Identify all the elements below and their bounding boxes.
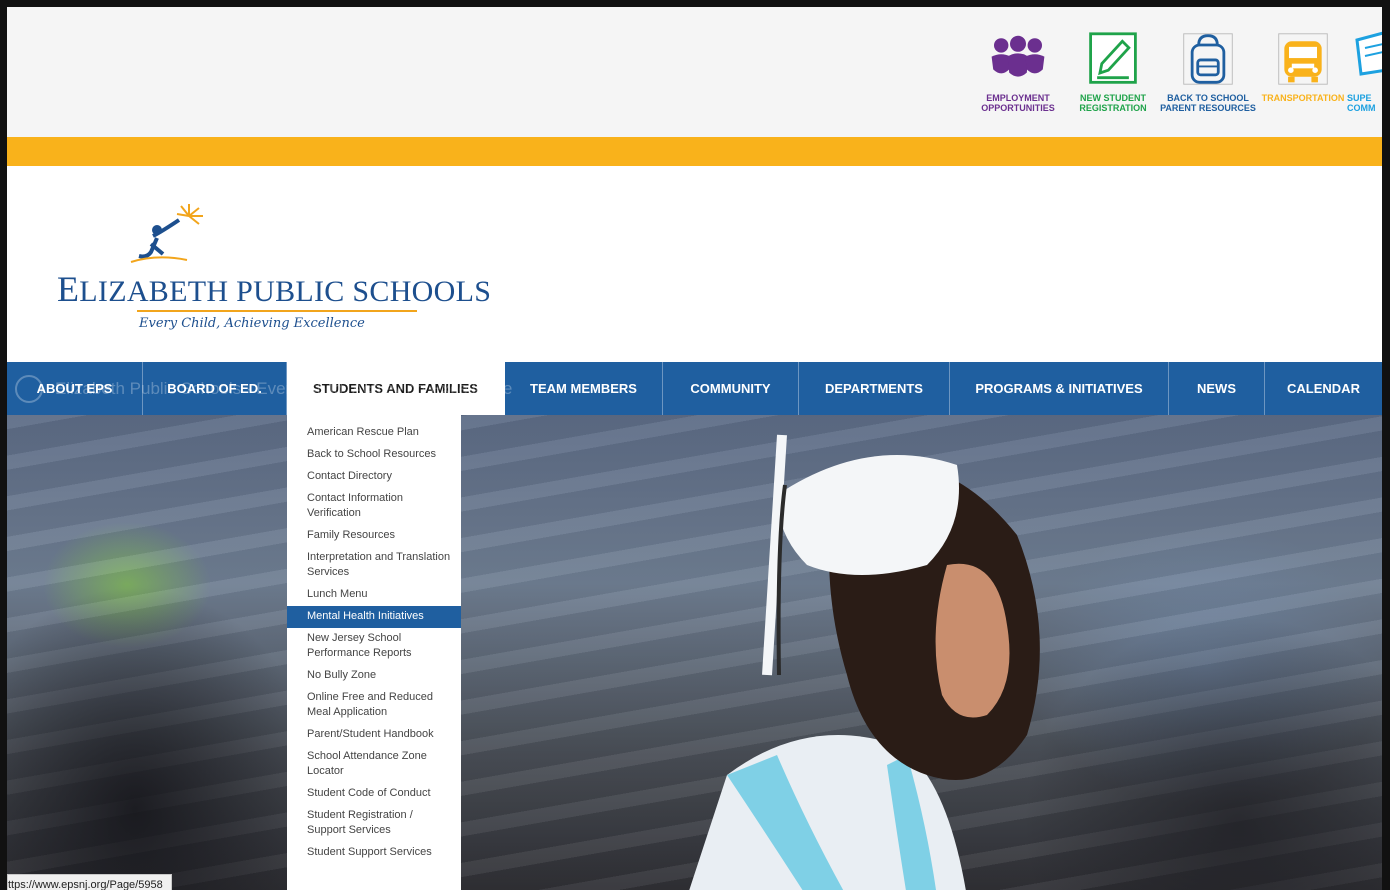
nav-students-and-families[interactable]: STUDENTS AND FAMILIES: [287, 362, 505, 415]
dropdown-item[interactable]: Contact Information Verification: [287, 488, 461, 525]
dropdown-item[interactable]: No Bully Zone: [287, 665, 461, 687]
quick-link-employment[interactable]: EMPLOYMENT OPPORTUNITIES: [970, 29, 1066, 113]
dropdown-item[interactable]: Lunch Menu: [287, 584, 461, 606]
status-bar-url: ttps://www.epsnj.org/Page/5958: [7, 874, 172, 890]
quick-link-label: TRANSPORTATION: [1261, 93, 1345, 103]
dropdown-item-selected[interactable]: Mental Health Initiatives: [287, 606, 461, 628]
nav-community[interactable]: COMMUNITY: [663, 362, 799, 415]
dropdown-item[interactable]: Interpretation and Translation Services: [287, 547, 461, 584]
dropdown-item[interactable]: Contact Directory: [287, 466, 461, 488]
quick-link-label: BACK TO SCHOOL PARENT RESOURCES: [1160, 93, 1256, 113]
dropdown-item[interactable]: Student Registration / Support Services: [287, 805, 461, 842]
nav-about-eps[interactable]: ABOUT EPS: [7, 362, 143, 415]
graduate-figure-image: [689, 434, 1040, 890]
dropdown-item[interactable]: Online Free and Reduced Meal Application: [287, 687, 461, 724]
dropdown-item[interactable]: Student Code of Conduct: [287, 783, 461, 805]
quick-link-label: EMPLOYMENT OPPORTUNITIES: [981, 93, 1055, 113]
nav-board-of-ed[interactable]: BOARD OF ED.: [143, 362, 287, 415]
nav-departments[interactable]: DEPARTMENTS: [799, 362, 950, 415]
nav-news[interactable]: NEWS: [1169, 362, 1265, 415]
logo-rule: [137, 310, 417, 312]
dropdown-item[interactable]: Parent/Student Handbook: [287, 724, 461, 746]
backpack-icon: [1180, 29, 1236, 89]
nav-team-members[interactable]: TEAM MEMBERS: [505, 362, 663, 415]
dropdown-item[interactable]: New Jersey School Performance Reports: [287, 628, 461, 665]
accent-bar: [7, 137, 1382, 166]
quick-link-transportation[interactable]: TRANSPORTATION: [1255, 29, 1351, 103]
registration-pencil-icon: [1085, 29, 1141, 89]
quick-link-back-to-school[interactable]: BACK TO SCHOOL PARENT RESOURCES: [1160, 29, 1256, 113]
main-nav: Elizabeth Public Schools · Every Child, …: [7, 362, 1382, 415]
dropdown-item[interactable]: Family Resources: [287, 525, 461, 547]
nav-programs-initiatives[interactable]: PROGRAMS & INITIATIVES: [950, 362, 1169, 415]
employment-people-icon: [990, 29, 1046, 89]
quick-links-bar: EMPLOYMENT OPPORTUNITIES NEW STUDENT REG…: [7, 7, 1382, 137]
hero-graduate-photo: [7, 415, 1382, 890]
nav-calendar[interactable]: CALENDAR: [1265, 362, 1382, 415]
logo-star-figure-icon: [130, 204, 203, 263]
site-header: ELIZABETH PUBLIC SCHOOLS Every Child, Ac…: [7, 166, 1382, 362]
quick-link-new-student-registration[interactable]: NEW STUDENT REGISTRATION: [1065, 29, 1161, 113]
quick-link-superintendent[interactable]: SUPE COMM: [1347, 29, 1382, 113]
dropdown-item[interactable]: School Attendance Zone Locator: [287, 746, 461, 783]
browser-frame: EMPLOYMENT OPPORTUNITIES NEW STUDENT REG…: [0, 0, 1390, 890]
dropdown-item[interactable]: Student Support Services: [287, 842, 461, 864]
students-families-dropdown: American Rescue Plan Back to School Reso…: [287, 415, 461, 890]
site-logo[interactable]: ELIZABETH PUBLIC SCHOOLS Every Child, Ac…: [57, 204, 491, 344]
dropdown-item[interactable]: American Rescue Plan: [287, 422, 461, 444]
logo-tagline: Every Child, Achieving Excellence: [139, 316, 365, 331]
logo-title: ELIZABETH PUBLIC SCHOOLS: [57, 269, 492, 309]
school-bus-icon: [1275, 29, 1331, 89]
dropdown-item[interactable]: Back to School Resources: [287, 444, 461, 466]
superintendent-communication-icon: [1347, 29, 1382, 89]
quick-link-label: SUPE COMM: [1347, 93, 1376, 113]
quick-link-label: NEW STUDENT REGISTRATION: [1079, 93, 1147, 113]
